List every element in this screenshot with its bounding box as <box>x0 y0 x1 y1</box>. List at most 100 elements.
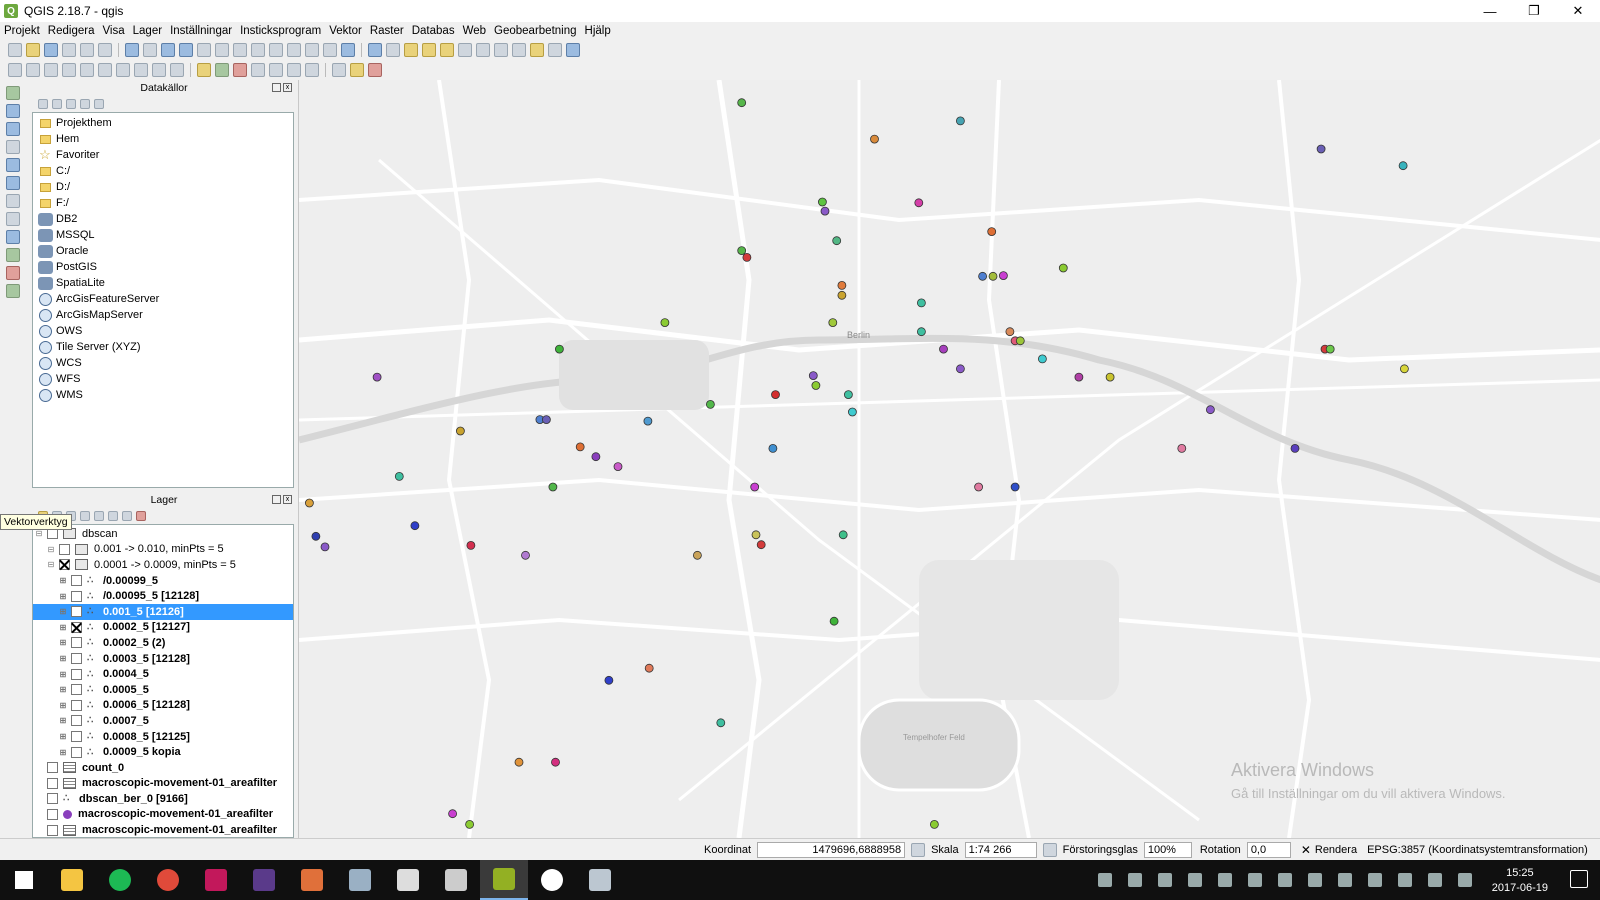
layers-tree[interactable]: ⊟ dbscan ⊟ 0.001 -> 0.010, minPts = 5 ⊟ 0.000… <box>32 524 294 838</box>
label-tool-icon[interactable] <box>197 63 211 77</box>
texstudio-icon[interactable] <box>240 860 288 900</box>
collapse-all-icon[interactable] <box>122 511 132 521</box>
weather-icon[interactable] <box>528 860 576 900</box>
properties-icon[interactable] <box>94 99 104 109</box>
crs-status-button[interactable]: EPSG:3857 (Koordinatsystemtransformation… <box>1367 844 1588 856</box>
menu-raster[interactable]: Raster <box>366 25 408 37</box>
delete-selected-icon[interactable] <box>116 63 130 77</box>
cluster-point[interactable] <box>521 550 530 560</box>
python-plugin-icon[interactable] <box>350 63 364 77</box>
expand-toggle-icon[interactable]: ⊟ <box>47 560 55 569</box>
layer-item[interactable]: ⊞ ∴ 0.001_5 [12126] <box>33 603 293 620</box>
rotation-spinbox[interactable]: 0,0 <box>1246 841 1291 858</box>
magnifier-spinbox[interactable]: 100% <box>1143 841 1192 858</box>
show-hide-labels-icon[interactable] <box>251 63 265 77</box>
layer-item[interactable]: ⊞ ∴ 0.0002_5 [12127] <box>33 620 293 636</box>
add-vector-layer-icon[interactable] <box>6 86 20 100</box>
add-spatialite-layer-icon[interactable] <box>6 140 20 154</box>
expand-toggle-icon[interactable]: ⊞ <box>59 685 67 694</box>
chrome-tray-icon[interactable] <box>1158 873 1172 887</box>
expand-toggle-icon[interactable]: ⊞ <box>59 748 67 757</box>
cluster-point[interactable] <box>808 371 818 381</box>
pin-label-icon[interactable] <box>233 63 247 77</box>
save-project-icon[interactable] <box>44 43 58 57</box>
zoom-in-icon[interactable] <box>161 43 175 57</box>
node-tool-icon[interactable] <box>98 63 112 77</box>
composer-manager-icon[interactable] <box>98 43 112 57</box>
expand-toggle-icon[interactable]: ⊞ <box>59 732 67 741</box>
layer-item[interactable]: macroscopic-movement-01_areafilter <box>33 776 293 792</box>
spotify-tray-icon[interactable] <box>1368 873 1382 887</box>
layer-visibility-checkbox[interactable] <box>71 684 82 696</box>
save-edits-icon[interactable] <box>44 63 58 77</box>
open-project-icon[interactable] <box>26 43 40 57</box>
cluster-point[interactable] <box>1015 336 1025 346</box>
select-by-value-icon[interactable] <box>422 43 436 57</box>
cluster-point[interactable] <box>604 675 614 685</box>
google-drive-icon[interactable] <box>1098 873 1112 887</box>
cluster-point[interactable] <box>848 407 857 417</box>
paste-features-icon[interactable] <box>170 63 184 77</box>
cluster-point[interactable] <box>828 318 838 328</box>
layer-item[interactable]: ⊞ ∴ 0.0002_5 (2) <box>33 635 293 651</box>
cluster-point[interactable] <box>914 198 924 208</box>
browser-item[interactable]: Tile Server (XYZ) <box>37 339 293 355</box>
layer-visibility-checkbox[interactable] <box>71 715 82 727</box>
browser-item[interactable]: D:/ <box>37 179 293 195</box>
add-oracle-layer-icon[interactable] <box>6 284 20 298</box>
menu-web[interactable]: Web <box>459 25 490 37</box>
add-wms-layer-icon[interactable] <box>6 158 20 172</box>
zoom-selection-icon[interactable] <box>233 43 247 57</box>
layer-visibility-checkbox[interactable] <box>47 762 58 774</box>
layer-item[interactable]: ∴ dbscan_ber_0 [9166] <box>33 791 293 807</box>
cluster-point[interactable] <box>643 416 653 426</box>
layer-item[interactable]: ⊟ 0.001 -> 0.010, minPts = 5 <box>33 542 293 558</box>
attribute-table-icon[interactable] <box>458 43 472 57</box>
browser-item[interactable]: ArcGisFeatureServer <box>37 291 293 307</box>
cluster-point[interactable] <box>832 236 842 246</box>
cluster-point[interactable] <box>988 271 998 281</box>
cluster-point[interactable] <box>1398 161 1408 171</box>
cluster-point[interactable] <box>410 521 420 531</box>
zoom-layer-icon[interactable] <box>251 43 265 57</box>
cluster-point[interactable] <box>644 663 654 673</box>
measure-icon[interactable] <box>512 43 526 57</box>
browser-item[interactable]: ArcGisMapServer <box>37 307 293 323</box>
field-calculator-icon[interactable] <box>476 43 490 57</box>
cluster-point[interactable] <box>870 134 879 144</box>
pan-to-selection-icon[interactable] <box>143 43 157 57</box>
menu-hjälp[interactable]: Hjälp <box>581 25 615 37</box>
monitor-icon[interactable] <box>1278 873 1292 887</box>
move-label-icon[interactable] <box>269 63 283 77</box>
browser-item[interactable]: MSSQL <box>37 227 293 243</box>
menu-inställningar[interactable]: Inställningar <box>166 25 236 37</box>
expand-toggle-icon[interactable]: ⊞ <box>59 716 67 725</box>
render-checkbox-icon[interactable]: ✕ <box>1301 843 1311 857</box>
cluster-point[interactable] <box>320 542 330 552</box>
nvidia-icon[interactable] <box>1248 873 1262 887</box>
zoom-next-icon[interactable] <box>287 43 301 57</box>
change-label-icon[interactable] <box>305 63 319 77</box>
select-features-icon[interactable] <box>404 43 418 57</box>
run-action-icon[interactable] <box>386 43 400 57</box>
browser-item[interactable]: OWS <box>37 323 293 339</box>
cluster-point[interactable] <box>768 443 778 453</box>
show-bookmarks-icon[interactable] <box>323 43 337 57</box>
save-as-icon[interactable] <box>62 43 76 57</box>
browser-item[interactable]: Projekthem <box>37 115 293 131</box>
add-postgis-layer-icon[interactable] <box>6 122 20 136</box>
map-tips-icon[interactable] <box>530 43 544 57</box>
add-selected-layers-icon[interactable] <box>38 99 48 109</box>
browser-item[interactable]: PostGIS <box>37 259 293 275</box>
layer-visibility-checkbox[interactable] <box>71 637 82 649</box>
layer-item[interactable]: ⊟ 0.0001 -> 0.0009, minPts = 5 <box>33 557 293 573</box>
browser-item[interactable]: Oracle <box>37 243 293 259</box>
tablet-icon[interactable] <box>1128 873 1142 887</box>
layer-visibility-checkbox[interactable] <box>71 621 82 633</box>
cluster-point[interactable] <box>742 252 752 262</box>
layer-item[interactable]: ⊞ ∴ /0.00099_5 <box>33 573 293 589</box>
layer-item[interactable]: ⊞ ∴ /0.00095_5 [12128] <box>33 588 293 604</box>
cluster-point[interactable] <box>737 246 747 256</box>
refresh-icon[interactable] <box>341 43 355 57</box>
menu-databas[interactable]: Databas <box>408 25 459 37</box>
